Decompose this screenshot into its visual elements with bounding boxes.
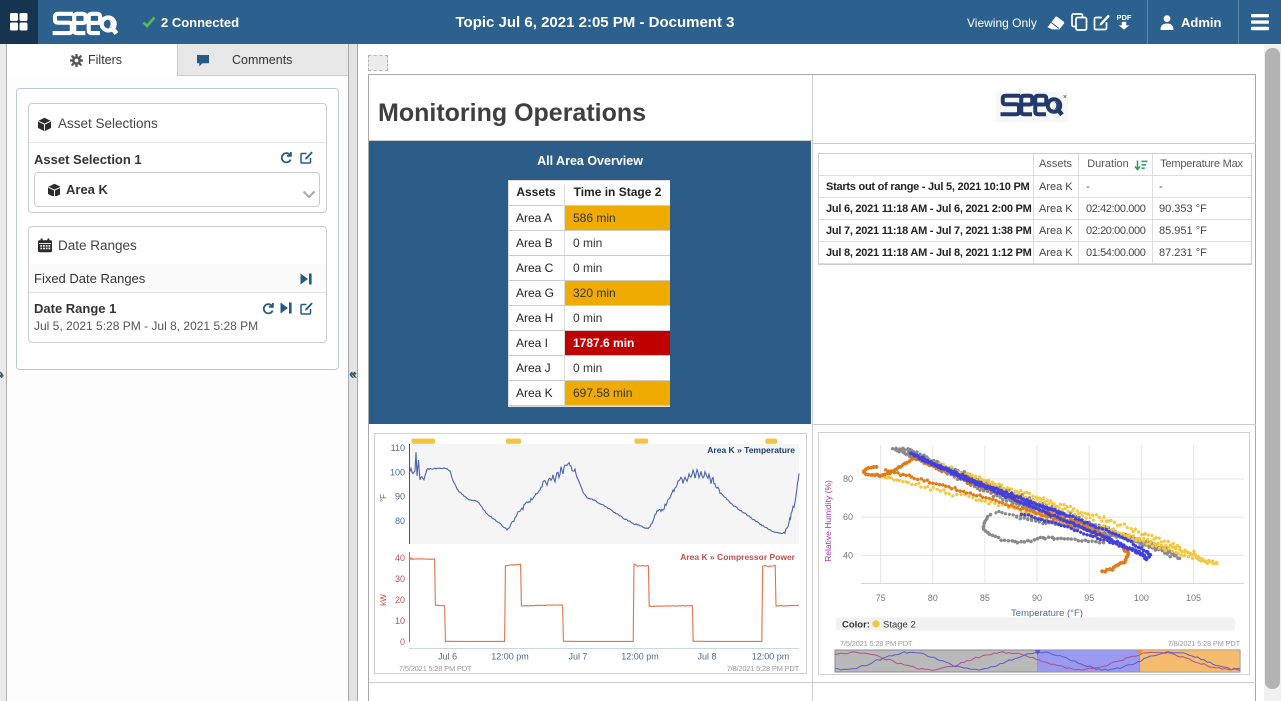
svg-text:60: 60 <box>843 512 853 522</box>
svg-text:7/8/2021 5:28 PM PDT: 7/8/2021 5:28 PM PDT <box>1168 639 1241 648</box>
svg-text:Jul 8: Jul 8 <box>697 652 716 662</box>
svg-text:Temperature (°F): Temperature (°F) <box>1011 608 1083 619</box>
svg-text:PDF: PDF <box>1117 13 1132 22</box>
svg-text:20: 20 <box>395 595 405 605</box>
svg-text:100: 100 <box>390 467 405 477</box>
svg-text:80: 80 <box>843 474 853 484</box>
svg-text:Jul 7: Jul 7 <box>568 652 587 662</box>
svg-text:80: 80 <box>928 593 938 603</box>
svg-text:80: 80 <box>395 516 405 526</box>
svg-text:12:00 pm: 12:00 pm <box>621 652 659 662</box>
svg-text:10: 10 <box>395 616 405 626</box>
svg-text:Jul 6: Jul 6 <box>438 652 457 662</box>
svg-text:30: 30 <box>395 574 405 584</box>
svg-text:40: 40 <box>843 551 853 561</box>
svg-text:105: 105 <box>1186 593 1201 603</box>
svg-text:90: 90 <box>395 492 405 502</box>
svg-text:12:00 pm: 12:00 pm <box>491 652 529 662</box>
svg-text:40: 40 <box>395 553 405 563</box>
svg-text:75: 75 <box>876 593 886 603</box>
svg-text:Stage 2: Stage 2 <box>883 620 916 631</box>
svg-text:kW: kW <box>379 594 388 606</box>
svg-text:110: 110 <box>391 443 405 453</box>
svg-text:0: 0 <box>400 637 405 647</box>
svg-text:Color:: Color: <box>842 620 870 631</box>
svg-text:90: 90 <box>1032 593 1042 603</box>
svg-text:°F: °F <box>379 494 388 502</box>
svg-text:Relative Humidity (%): Relative Humidity (%) <box>823 480 833 562</box>
svg-text:95: 95 <box>1084 593 1094 603</box>
svg-text:Area K » Temperature: Area K » Temperature <box>707 445 795 455</box>
svg-text:12:00 pm: 12:00 pm <box>752 652 790 662</box>
svg-text:85: 85 <box>980 593 990 603</box>
svg-text:7/8/2021 5:28 PM PDT: 7/8/2021 5:28 PM PDT <box>727 664 800 673</box>
svg-text:Area K » Compressor Power: Area K » Compressor Power <box>680 552 795 562</box>
svg-text:7/5/2021 5:28 PM PDT: 7/5/2021 5:28 PM PDT <box>840 639 913 648</box>
svg-text:7/5/2021 5:28 PM PDT: 7/5/2021 5:28 PM PDT <box>399 664 472 673</box>
svg-text:100: 100 <box>1134 593 1149 603</box>
